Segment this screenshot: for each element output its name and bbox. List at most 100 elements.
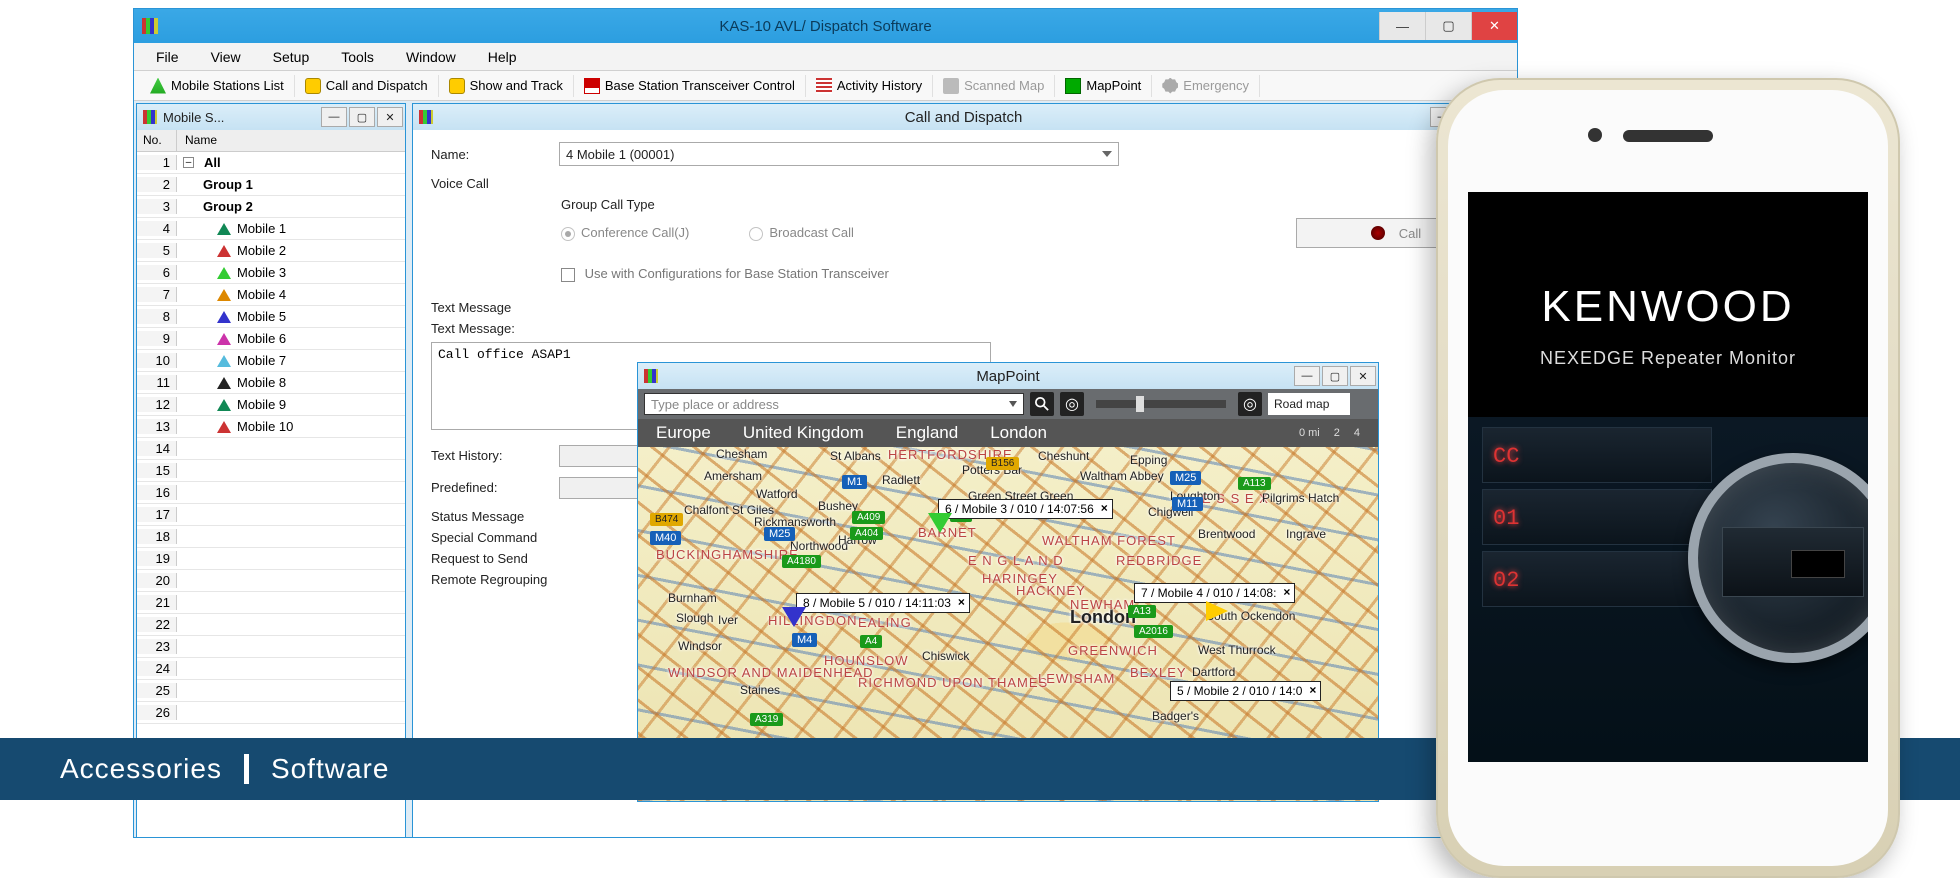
conference-radio[interactable]: Conference Call(J) — [561, 225, 689, 241]
crumb-uk[interactable]: United Kingdom — [743, 423, 864, 443]
table-row[interactable]: 20 — [137, 570, 405, 592]
ms-close[interactable]: ✕ — [377, 107, 403, 127]
aroad-badge: A4180 — [782, 555, 821, 568]
table-row[interactable]: 11Mobile 8 — [137, 372, 405, 394]
name-combo[interactable]: 4 Mobile 1 (00001) — [559, 142, 1119, 166]
titlebar[interactable]: KAS-10 AVL/ Dispatch Software — ▢ ✕ — [134, 9, 1517, 43]
crumb-england[interactable]: England — [896, 423, 958, 443]
menu-view[interactable]: View — [197, 45, 255, 69]
close-button[interactable]: ✕ — [1471, 12, 1517, 40]
toolbar-scanned-map[interactable]: Scanned Map — [933, 75, 1055, 97]
mp-maximize[interactable]: ▢ — [1322, 366, 1348, 386]
app-icon — [142, 18, 158, 34]
mobile-marker-icon — [217, 377, 231, 389]
ms-minimize[interactable]: — — [321, 107, 347, 127]
table-row[interactable]: 19 — [137, 548, 405, 570]
crumb-london[interactable]: London — [990, 423, 1047, 443]
zoom-out-button[interactable]: ◎ — [1060, 392, 1084, 416]
table-row[interactable]: 8Mobile 5 — [137, 306, 405, 328]
table-row[interactable]: 15 — [137, 460, 405, 482]
row-number: 10 — [137, 353, 177, 368]
table-row[interactable]: 3Group 2 — [137, 196, 405, 218]
header-no[interactable]: No. — [137, 130, 177, 151]
mobile-stations-titlebar[interactable]: Mobile S... — ▢ ✕ — [137, 104, 405, 130]
table-row[interactable]: 25 — [137, 680, 405, 702]
mobile-marker-icon[interactable] — [928, 513, 952, 533]
map-place-label: WINDSOR AND MAIDENHEAD — [668, 665, 873, 680]
minimize-button[interactable]: — — [1379, 12, 1425, 40]
broadcast-radio[interactable]: Broadcast Call — [749, 225, 854, 241]
textmsg-section: Text Message — [431, 300, 1496, 315]
map-place-label: Epping — [1130, 453, 1167, 467]
search-button[interactable] — [1030, 392, 1054, 416]
table-row[interactable]: 24 — [137, 658, 405, 680]
mobile-marker-icon — [217, 311, 231, 323]
phone-mockup: KENWOOD NEXEDGE Repeater Monitor CC 01 0… — [1436, 78, 1900, 878]
mobile-callout[interactable]: 6 / Mobile 3 / 010 / 14:07:56 — [938, 499, 1113, 519]
table-row[interactable]: 14 — [137, 438, 405, 460]
table-row[interactable]: 21 — [137, 592, 405, 614]
menu-tools[interactable]: Tools — [327, 45, 388, 69]
table-row[interactable]: 18 — [137, 526, 405, 548]
table-row[interactable]: 1–All — [137, 152, 405, 174]
row-cell: Mobile 7 — [177, 353, 405, 368]
row-number: 8 — [137, 309, 177, 324]
row-number: 24 — [137, 661, 177, 676]
zoom-slider[interactable] — [1096, 400, 1226, 408]
mp-close[interactable]: ✕ — [1350, 366, 1376, 386]
maptype-combo[interactable]: Road map — [1268, 393, 1350, 415]
menu-setup[interactable]: Setup — [259, 45, 324, 69]
toolbar-show-track[interactable]: Show and Track — [439, 75, 574, 97]
header-name[interactable]: Name — [177, 130, 405, 151]
mobile-marker-icon[interactable] — [1206, 601, 1228, 621]
gctype-label: Group Call Type — [561, 197, 1496, 212]
row-cell: –All — [177, 155, 405, 170]
table-row[interactable]: 16 — [137, 482, 405, 504]
menu-file[interactable]: File — [142, 45, 193, 69]
table-row[interactable]: 6Mobile 3 — [137, 262, 405, 284]
menu-help[interactable]: Help — [474, 45, 531, 69]
toolbar-mobile-stations[interactable]: Mobile Stations List — [140, 75, 295, 97]
scale-indicator: 0 mi 2 4 — [1299, 427, 1360, 439]
table-row[interactable]: 26 — [137, 702, 405, 724]
mobile-marker-icon[interactable] — [782, 607, 806, 627]
toolbar-emergency[interactable]: Emergency — [1152, 75, 1260, 97]
mappoint-titlebar[interactable]: MapPoint — ▢ ✕ — [638, 363, 1378, 389]
banner-separator — [244, 754, 249, 784]
toolbar-base-station[interactable]: Base Station Transceiver Control — [574, 75, 806, 97]
row-number: 22 — [137, 617, 177, 632]
ms-maximize[interactable]: ▢ — [349, 107, 375, 127]
toolbar-call-dispatch[interactable]: Call and Dispatch — [295, 75, 439, 97]
mobile-marker-icon — [217, 289, 231, 301]
zoom-in-button[interactable]: ◎ — [1238, 392, 1262, 416]
menu-window[interactable]: Window — [392, 45, 470, 69]
mp-minimize[interactable]: — — [1294, 366, 1320, 386]
maximize-button[interactable]: ▢ — [1425, 12, 1471, 40]
toolbar-mappoint[interactable]: MapPoint — [1055, 75, 1152, 97]
table-row[interactable]: 7Mobile 4 — [137, 284, 405, 306]
row-number: 13 — [137, 419, 177, 434]
table-row[interactable]: 4Mobile 1 — [137, 218, 405, 240]
table-row[interactable]: 22 — [137, 614, 405, 636]
table-row[interactable]: 23 — [137, 636, 405, 658]
table-row[interactable]: 5Mobile 2 — [137, 240, 405, 262]
table-row[interactable]: 17 — [137, 504, 405, 526]
table-row[interactable]: 12Mobile 9 — [137, 394, 405, 416]
map-place-label: LEWISHAM — [1038, 671, 1115, 686]
table-row[interactable]: 13Mobile 10 — [137, 416, 405, 438]
collapse-icon[interactable]: – — [183, 157, 194, 168]
table-row[interactable]: 2Group 1 — [137, 174, 405, 196]
radio-icon — [561, 227, 575, 241]
mobile-callout[interactable]: 8 / Mobile 5 / 010 / 14:11:03 — [796, 593, 970, 613]
call-dispatch-titlebar[interactable]: Call and Dispatch — ▢ ✕ — [413, 104, 1514, 130]
map-search-input[interactable]: Type place or address — [644, 393, 1024, 415]
toolbar-activity-history[interactable]: Activity History — [806, 75, 933, 97]
motorway-badge: M25 — [764, 527, 795, 541]
mobile-callout[interactable]: 5 / Mobile 2 / 010 / 14:0 — [1170, 681, 1321, 701]
crumb-europe[interactable]: Europe — [656, 423, 711, 443]
usewith-checkbox[interactable] — [561, 268, 575, 282]
mobile-callout[interactable]: 7 / Mobile 4 / 010 / 14:08: — [1134, 583, 1295, 603]
table-row[interactable]: 9Mobile 6 — [137, 328, 405, 350]
table-row[interactable]: 10Mobile 7 — [137, 350, 405, 372]
map-place-label: Burnham — [668, 591, 717, 605]
